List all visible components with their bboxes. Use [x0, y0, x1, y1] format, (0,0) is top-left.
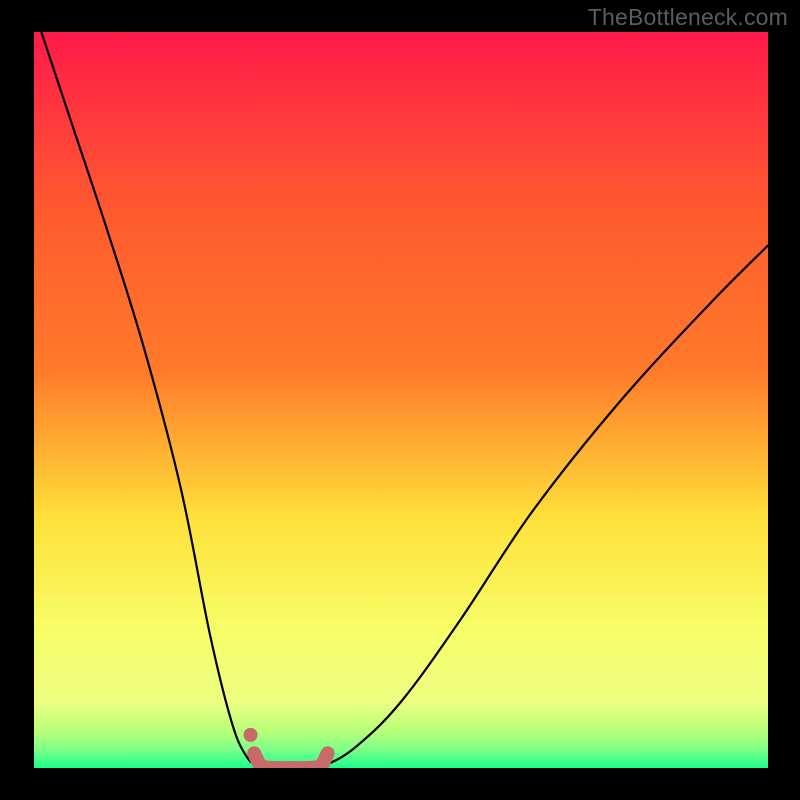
- bottom-marker-dot: [244, 728, 258, 742]
- watermark-text: TheBottleneck.com: [588, 4, 788, 31]
- chart-svg: [0, 0, 800, 800]
- plot-background: [34, 32, 768, 768]
- chart-frame: TheBottleneck.com: [0, 0, 800, 800]
